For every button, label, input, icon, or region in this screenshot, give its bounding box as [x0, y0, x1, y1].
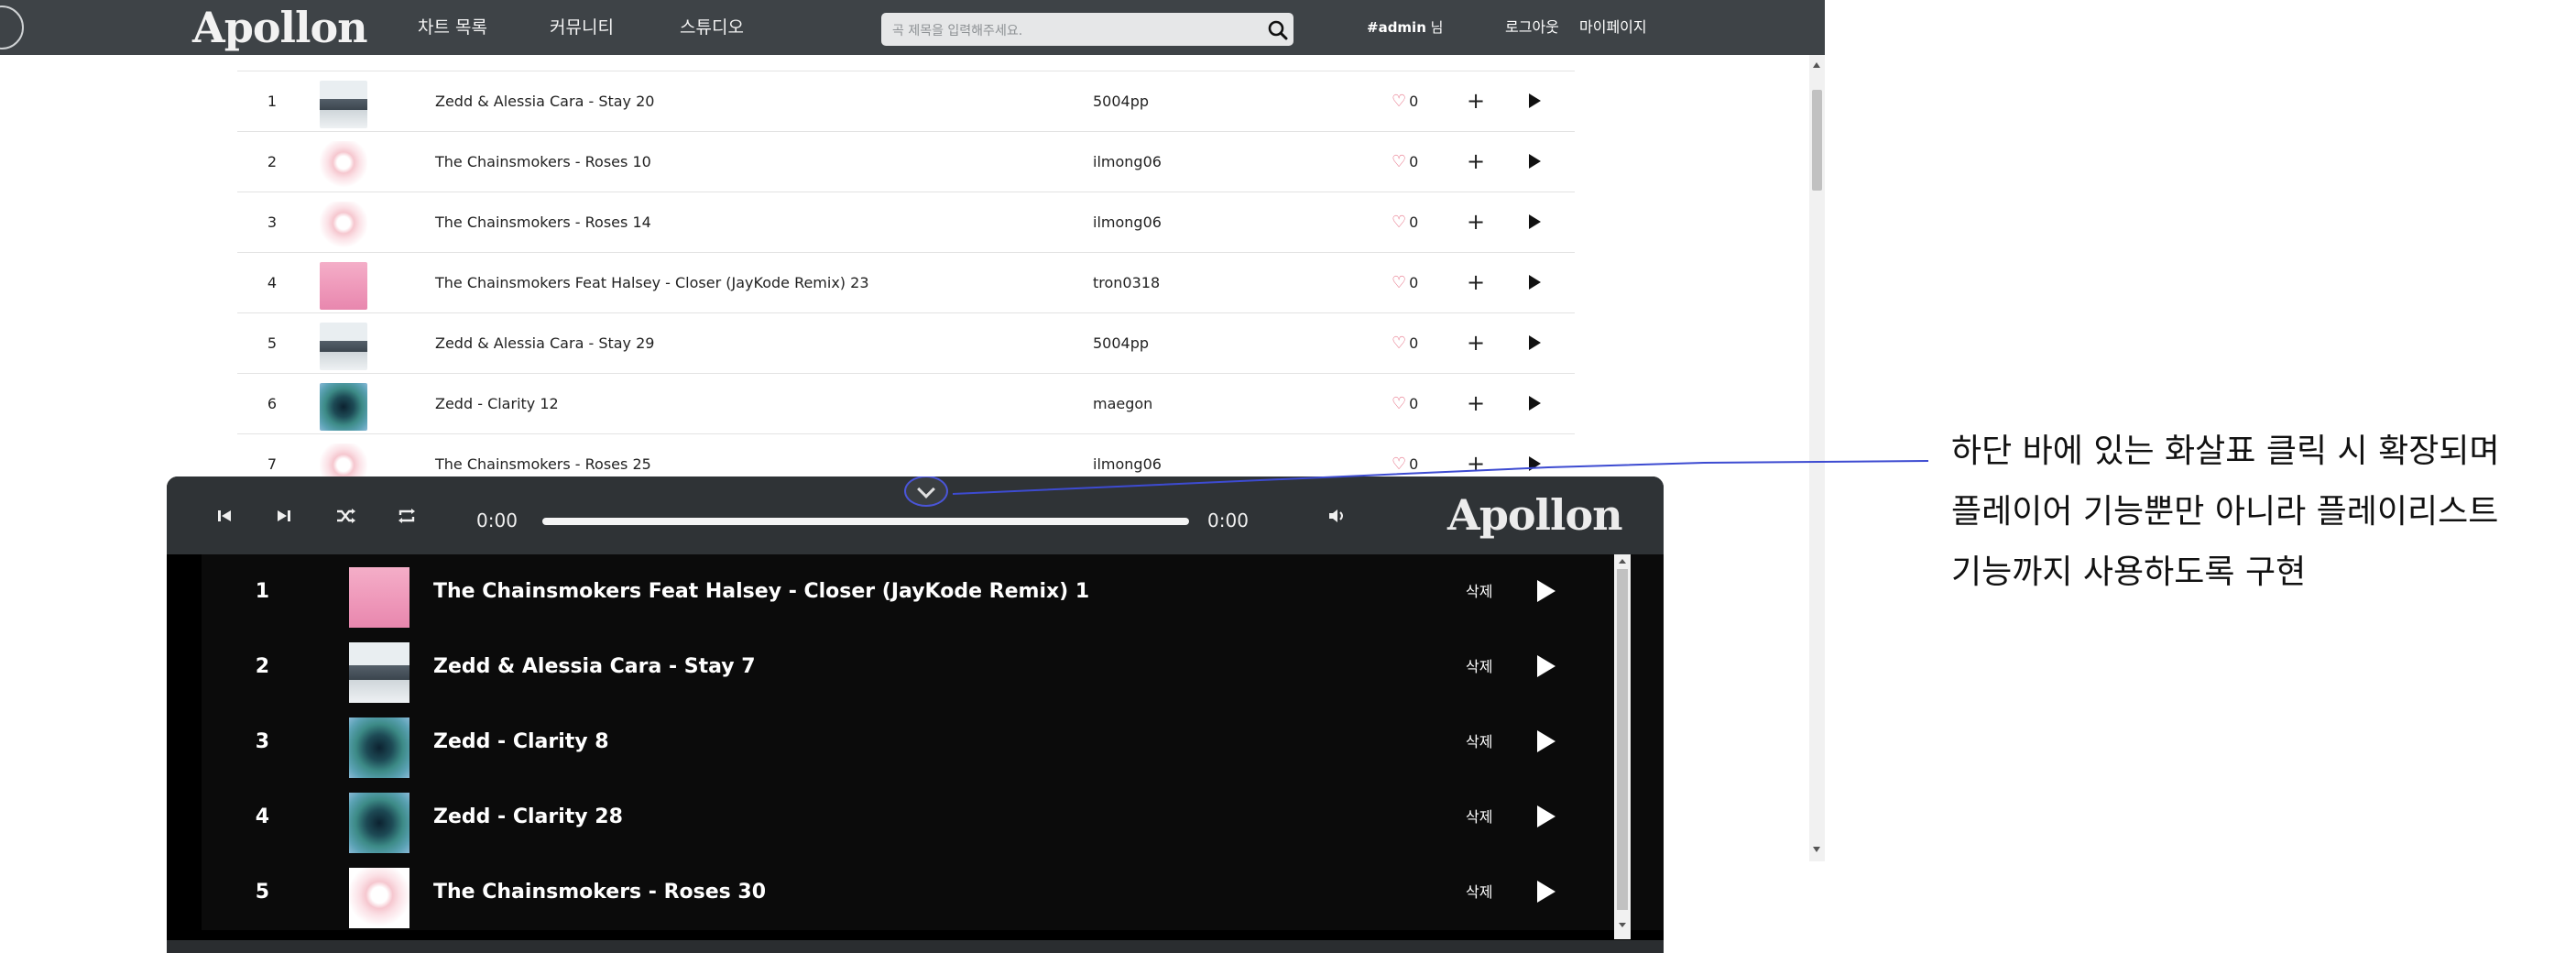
annotation-note: 하단 바에 있는 화살표 클릭 시 확장되며 플레이어 기능뿐만 아니라 플레이… — [1951, 422, 2574, 603]
stage: Apollon 차트 목록 커뮤니티 스튜디오 곡 제목을 입력해주세요. #a… — [0, 0, 2576, 953]
annotation-line-1: 하단 바에 있는 화살표 클릭 시 확장되며 — [1951, 433, 2500, 470]
annotation-line-2: 플레이어 기능뿐만 아니라 플레이리스트 — [1951, 493, 2499, 531]
annotation-line-3: 기능까지 사용하도록 구현 — [1951, 553, 2307, 591]
